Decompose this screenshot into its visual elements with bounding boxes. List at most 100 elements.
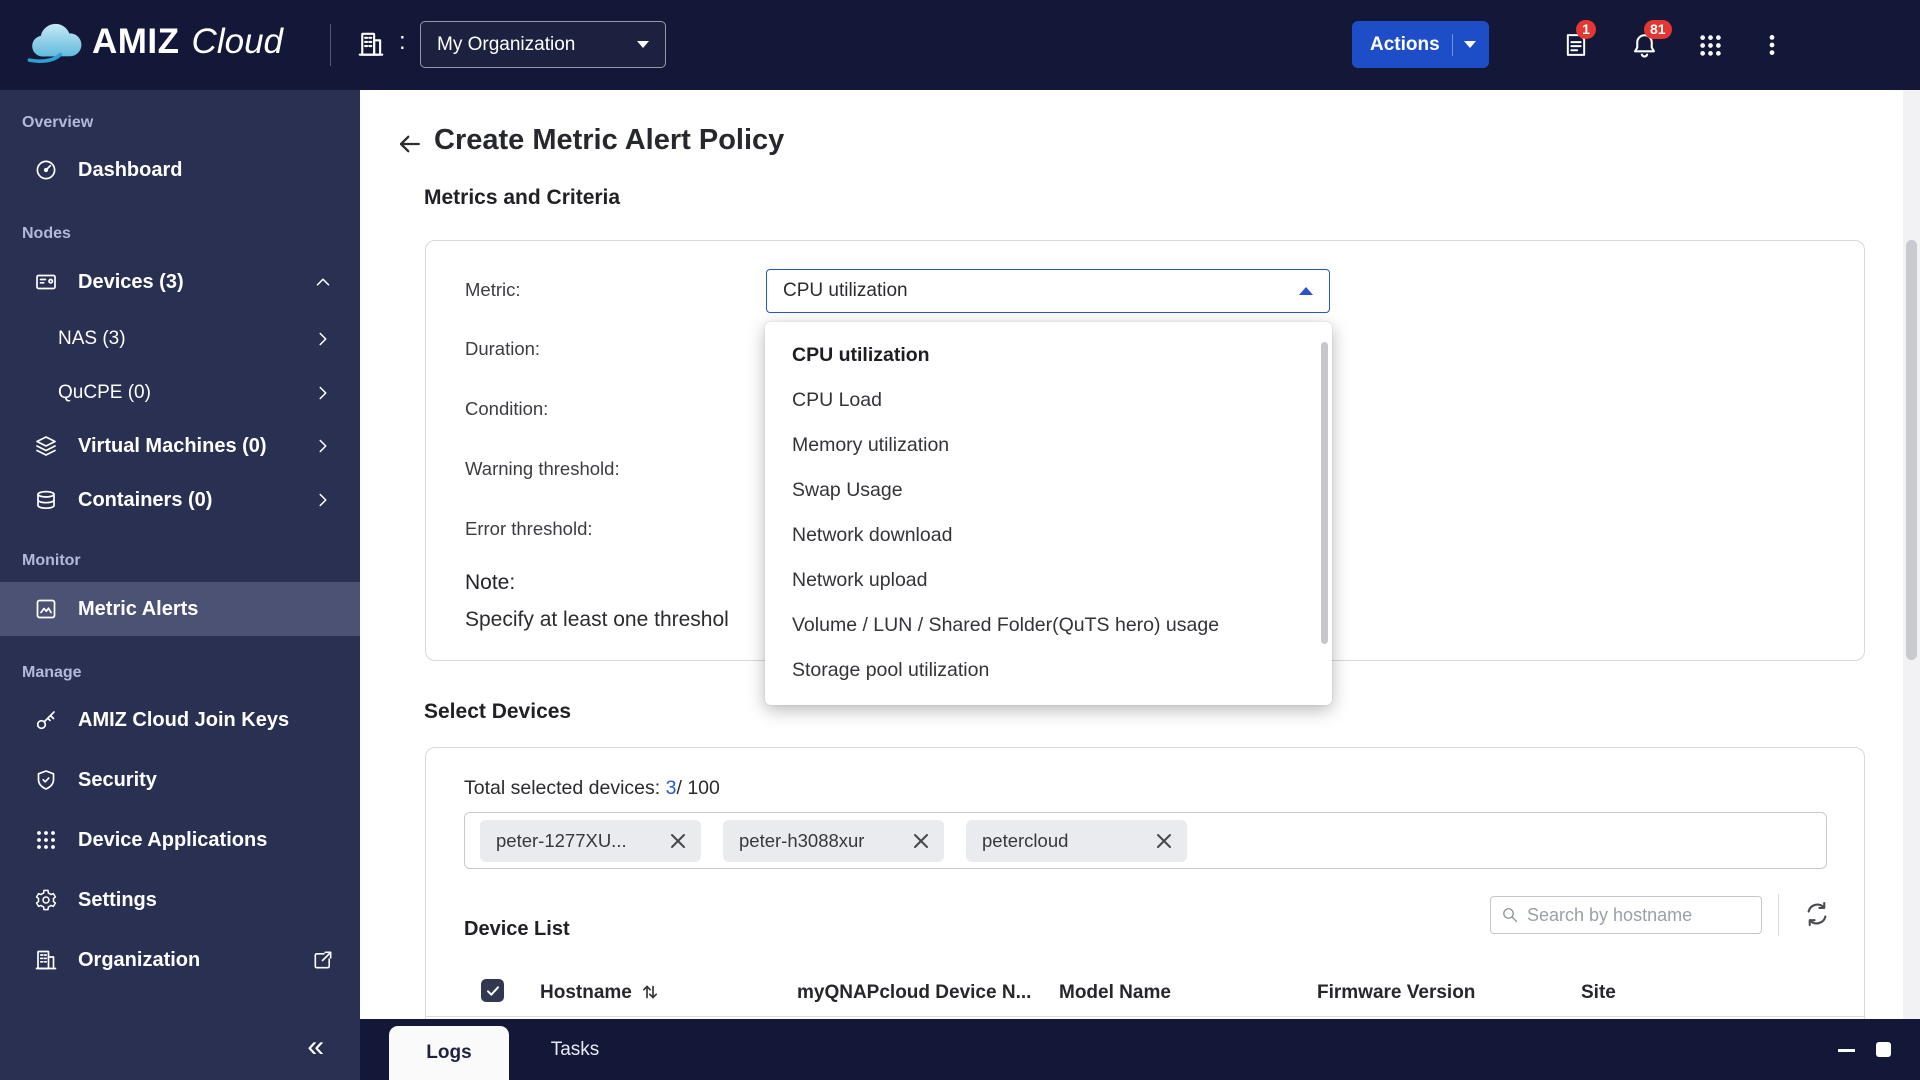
chevron-right-icon: [312, 435, 334, 457]
organization-selector[interactable]: My Organization: [420, 21, 666, 68]
note-text: Specify at least one threshol: [465, 608, 767, 632]
main-content: Create Metric Alert Policy Metrics and C…: [360, 90, 1920, 1019]
sidebar-item-label: Organization: [78, 949, 200, 972]
scrollbar-thumb[interactable]: [1906, 240, 1917, 660]
dropdown-option[interactable]: CPU utilization: [765, 333, 1332, 378]
error-threshold-label: Error threshold:: [465, 518, 593, 540]
sidebar-item-label: Virtual Machines (0): [78, 435, 267, 458]
search-icon: [1501, 906, 1519, 924]
column-hostname: Hostname: [540, 982, 632, 1004]
selected-max: / 100: [676, 777, 719, 799]
sidebar-item-qucpe[interactable]: QuCPE (0): [0, 368, 360, 418]
chip-remove-icon[interactable]: [668, 831, 688, 851]
sidebar-item-security[interactable]: Security: [0, 755, 360, 805]
more-menu-button[interactable]: [1752, 25, 1792, 65]
dropdown-scrollbar-thumb[interactable]: [1321, 342, 1328, 644]
sidebar-item-label: NAS (3): [58, 328, 126, 350]
amiz-cloud-logo: AMIZCloud: [24, 20, 283, 64]
chevron-right-icon: [312, 489, 334, 511]
tab-logs-label: Logs: [426, 1042, 471, 1064]
news-badge: 1: [1576, 20, 1596, 39]
sidebar-section-manage: Manage: [22, 664, 82, 682]
sidebar-item-containers[interactable]: Containers (0): [0, 475, 360, 525]
whats-new-button[interactable]: 1: [1556, 25, 1596, 65]
kebab-menu-icon: [1759, 32, 1785, 58]
refresh-button[interactable]: [1802, 899, 1834, 931]
device-list-title: Device List: [464, 918, 570, 941]
device-chip-label: petercloud: [982, 830, 1068, 852]
device-chip: petercloud: [966, 820, 1187, 862]
sidebar-item-label: Metric Alerts: [78, 598, 198, 621]
sidebar-item-virtual-machines[interactable]: Virtual Machines (0): [0, 421, 360, 471]
device-chip: peter-1277XU...: [480, 820, 701, 862]
search-input[interactable]: [1527, 905, 1759, 926]
key-icon: [34, 708, 58, 732]
metric-select[interactable]: CPU utilization: [766, 269, 1330, 313]
sidebar-item-dashboard[interactable]: Dashboard: [0, 145, 360, 195]
metric-dropdown-menu: CPU utilization CPU Load Memory utilizat…: [765, 322, 1332, 705]
column-site: Site: [1581, 982, 1616, 1004]
sidebar-item-label: Dashboard: [78, 159, 182, 182]
apps-menu-button[interactable]: [1690, 25, 1730, 65]
sidebar-collapse-button[interactable]: «: [307, 1032, 324, 1062]
chevron-right-icon: [312, 382, 334, 404]
dropdown-option[interactable]: CPU Load: [765, 378, 1332, 423]
sidebar-item-label: AMIZ Cloud Join Keys: [78, 709, 289, 732]
check-icon: [485, 983, 501, 999]
metrics-section-title: Metrics and Criteria: [424, 186, 620, 210]
dropdown-option[interactable]: Storage pool utilization: [765, 648, 1332, 693]
notifications-button[interactable]: 81: [1624, 25, 1664, 65]
sidebar-item-organization[interactable]: Organization: [0, 935, 360, 985]
minimize-panel-button[interactable]: [1838, 1049, 1855, 1052]
sidebar-item-device-applications[interactable]: Device Applications: [0, 815, 360, 865]
dropdown-option[interactable]: Network upload: [765, 558, 1332, 603]
total-selected-label: Total selected devices:: [464, 777, 660, 799]
devices-icon: [34, 270, 58, 294]
virtual-machines-icon: [34, 434, 58, 458]
dropdown-option[interactable]: Memory utilization: [765, 423, 1332, 468]
tab-logs[interactable]: Logs: [389, 1026, 509, 1080]
hostname-search[interactable]: [1490, 896, 1762, 934]
actions-button[interactable]: Actions: [1352, 21, 1489, 68]
sidebar-item-label: Devices (3): [78, 271, 184, 294]
containers-icon: [34, 488, 58, 512]
organization-building-icon: [356, 29, 386, 59]
device-table-header: Hostname myQNAPcloud Device N... Model N…: [426, 970, 1864, 1017]
sort-icon[interactable]: [638, 980, 662, 1004]
select-all-checkbox[interactable]: [481, 979, 504, 1002]
sidebar-item-label: Containers (0): [78, 489, 212, 512]
tab-tasks-label: Tasks: [551, 1039, 600, 1061]
metric-label: Metric:: [465, 279, 521, 301]
dropdown-option[interactable]: Swap Usage: [765, 468, 1332, 513]
device-chip: peter-h3088xur: [723, 820, 944, 862]
metric-alerts-icon: [34, 597, 58, 621]
chip-remove-icon[interactable]: [1154, 831, 1174, 851]
sidebar: Overview Dashboard Nodes Devices (3) NAS…: [0, 90, 360, 1080]
back-button[interactable]: [396, 130, 424, 158]
gear-icon: [34, 888, 58, 912]
org-colon: :: [399, 28, 406, 56]
top-bar: AMIZCloud : My Organization Actions 1 81: [0, 0, 1920, 90]
tab-tasks[interactable]: Tasks: [520, 1019, 630, 1080]
sidebar-item-nas[interactable]: NAS (3): [0, 314, 360, 364]
scrollbar-track[interactable]: [1903, 90, 1920, 1019]
sidebar-item-join-keys[interactable]: AMIZ Cloud Join Keys: [0, 695, 360, 745]
dropdown-option[interactable]: Volume / LUN / Shared Folder(QuTS hero) …: [765, 603, 1332, 648]
chevron-up-icon: [312, 271, 334, 293]
dropdown-option[interactable]: Network download: [765, 513, 1332, 558]
sidebar-item-devices[interactable]: Devices (3): [0, 257, 360, 307]
sidebar-section-nodes: Nodes: [22, 225, 71, 243]
metric-select-value: CPU utilization: [783, 280, 1299, 302]
back-arrow-icon: [396, 130, 424, 158]
device-chip-label: peter-1277XU...: [496, 830, 627, 852]
total-selected-devices: Total selected devices: 3/ 100: [464, 777, 720, 800]
sidebar-item-settings[interactable]: Settings: [0, 875, 360, 925]
sidebar-item-label: QuCPE (0): [58, 382, 151, 404]
chip-remove-icon[interactable]: [911, 831, 931, 851]
topbar-divider: [330, 24, 331, 66]
sidebar-item-metric-alerts[interactable]: Metric Alerts: [0, 582, 360, 636]
expand-panel-button[interactable]: [1876, 1042, 1891, 1057]
toolbar-divider: [1778, 894, 1779, 936]
chevron-right-icon: [312, 328, 334, 350]
select-devices-section-title: Select Devices: [424, 700, 571, 724]
